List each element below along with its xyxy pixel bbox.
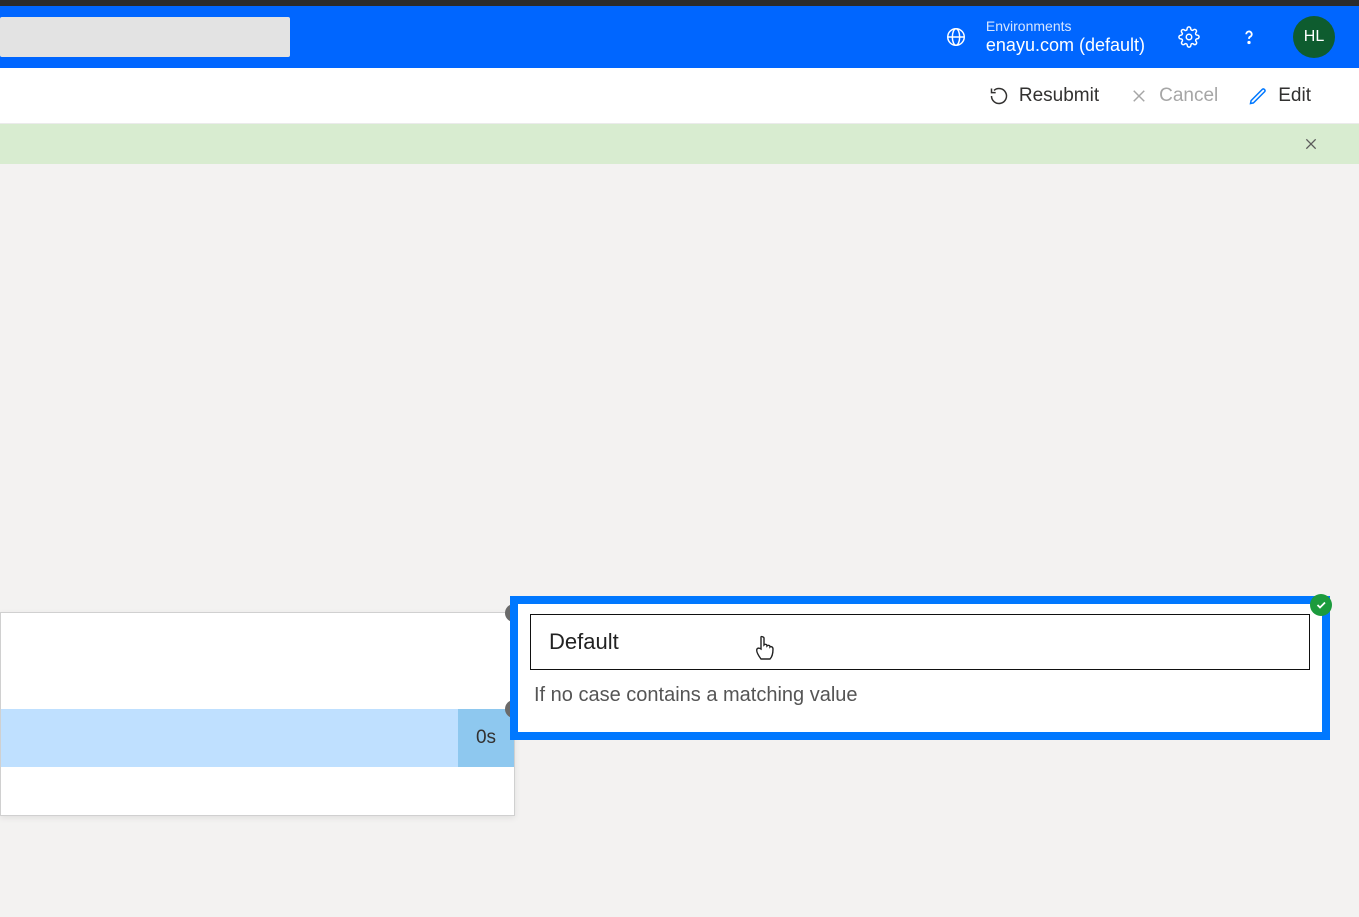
environments-label: Environments — [986, 18, 1145, 35]
refresh-icon — [989, 86, 1009, 106]
header-left — [0, 17, 290, 57]
cancel-button: Cancel — [1129, 85, 1218, 107]
case-card[interactable]: 0s — [0, 612, 515, 816]
pencil-icon — [1248, 86, 1268, 106]
default-case-inner: Default If no case contains a matching v… — [518, 604, 1322, 721]
edit-button[interactable]: Edit — [1248, 85, 1311, 107]
success-check-icon — [1310, 594, 1332, 616]
resubmit-button[interactable]: Resubmit — [989, 85, 1099, 107]
command-bar: Resubmit Cancel Edit — [0, 68, 1359, 124]
header-right: Environments enayu.com (default) HL — [940, 16, 1335, 58]
default-case-description: If no case contains a matching value — [530, 684, 1310, 707]
environment-text: Environments enayu.com (default) — [986, 18, 1145, 56]
default-case-card[interactable]: Default If no case contains a matching v… — [510, 596, 1330, 740]
action-duration: 0s — [458, 709, 514, 767]
cancel-label: Cancel — [1159, 85, 1218, 107]
environment-selector[interactable]: Environments enayu.com (default) — [940, 18, 1145, 56]
environment-name: enayu.com (default) — [986, 35, 1145, 57]
globe-icon — [940, 21, 972, 53]
avatar[interactable]: HL — [1293, 16, 1335, 58]
case-card-header — [1, 613, 514, 709]
duration-value: 0s — [476, 727, 496, 749]
banner-close-button[interactable] — [1299, 132, 1323, 156]
avatar-initials: HL — [1304, 28, 1324, 46]
search-input[interactable] — [0, 17, 290, 57]
success-banner — [0, 124, 1359, 164]
help-button[interactable] — [1233, 21, 1265, 53]
settings-button[interactable] — [1173, 21, 1205, 53]
resubmit-label: Resubmit — [1019, 85, 1099, 107]
default-case-title: Default — [549, 629, 619, 654]
close-icon — [1129, 86, 1149, 106]
edit-label: Edit — [1278, 85, 1311, 107]
default-case-title-box[interactable]: Default — [530, 614, 1310, 670]
action-row[interactable]: 0s — [1, 709, 514, 767]
app-header: Environments enayu.com (default) HL — [0, 6, 1359, 68]
